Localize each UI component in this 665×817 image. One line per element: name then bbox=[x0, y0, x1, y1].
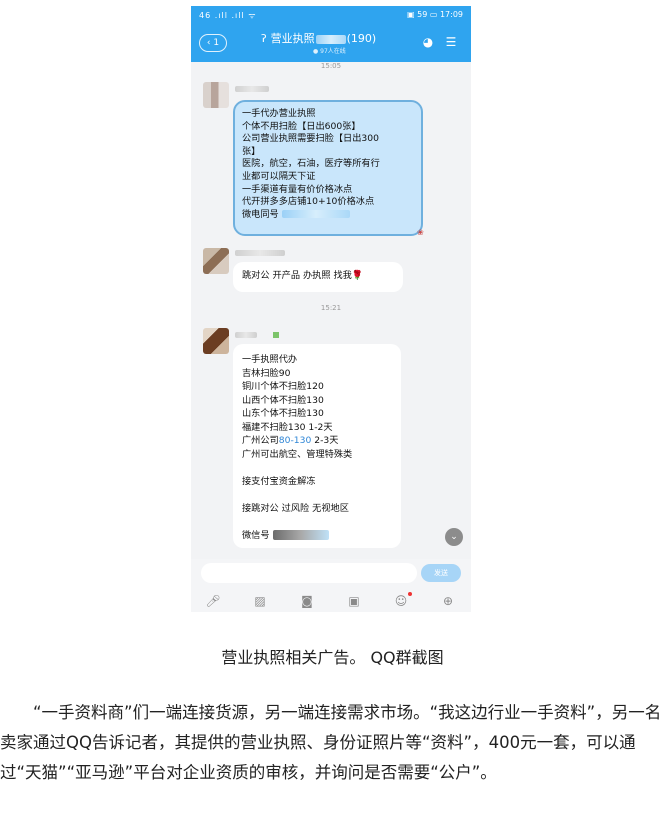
message-line: 山西个体不扫脸130 bbox=[242, 394, 324, 406]
camera-icon[interactable]: ◙ bbox=[299, 593, 315, 609]
message-line: 山东个体不扫脸130 bbox=[242, 408, 324, 419]
send-button[interactable]: 发送 bbox=[421, 564, 461, 582]
message-line: 广州可出航空、管理特殊类 bbox=[242, 448, 353, 460]
notification-dot bbox=[408, 592, 412, 596]
message-line: 广州公司80-130 2-3天 bbox=[242, 435, 339, 446]
message-line: 接支付宝资金解冻 bbox=[242, 475, 316, 487]
message-bubble[interactable]: 一手执照代办 吉林扫脸90 铜川个体不扫脸120 山西个体不扫脸130 山东个体… bbox=[233, 344, 401, 548]
sender-name-blurred bbox=[235, 86, 269, 92]
group-name: 营业执照 bbox=[270, 32, 315, 45]
message-line: 一手渠道有量有价价格冰点 bbox=[242, 183, 353, 195]
qq-chat-screenshot: 46 .ıll .ıll ᯤ ▣ 59 ▭ 17:09 ‹ 1 ʔ 营业执照 (19… bbox=[191, 6, 471, 612]
input-bar: 发送 🎤︎ ▨ ◙ ▣ ☺ ⊕ bbox=[191, 559, 471, 612]
microphone-icon[interactable]: 🎤︎ bbox=[205, 593, 221, 609]
blurred-group-name bbox=[315, 34, 346, 44]
message-bubble[interactable]: 一手代办营业执照 个体不用扫脸【日出600张】 公司营业执照需要扫脸【日出300… bbox=[233, 100, 423, 236]
message-line: 一手执照代办 bbox=[242, 354, 298, 365]
signal-indicators: 46 .ıll .ıll ᯤ bbox=[199, 11, 257, 20]
message-bubble[interactable]: 跳对公 开产品 办执照 找我🌹 bbox=[233, 262, 403, 292]
message-line: 代开拼多多店铺10+10价格冰点 bbox=[242, 196, 375, 208]
message-line: 吉林扫脸90 bbox=[242, 367, 291, 379]
plus-icon[interactable]: ⊕ bbox=[440, 593, 456, 609]
timestamp: 15:21 bbox=[320, 304, 342, 312]
price-link[interactable]: 80-130 bbox=[279, 435, 312, 446]
status-bar: 46 .ıll .ıll ᯤ ▣ 59 ▭ 17:09 bbox=[191, 6, 471, 24]
sender-name-blurred bbox=[235, 250, 285, 256]
scroll-down-button[interactable]: ⌄ bbox=[445, 528, 463, 546]
sender-name-blurred bbox=[235, 332, 257, 338]
member-count: (190) bbox=[346, 32, 377, 45]
message-line bbox=[242, 461, 401, 475]
message-line: 业都可以隔天下证 bbox=[242, 170, 316, 182]
message-line: 铜川个体不扫脸120 bbox=[242, 381, 324, 392]
message-line: 一手代办营业执照 bbox=[242, 108, 316, 119]
article-paragraph: “一手资料商”们一端连接货源，另一端连接需求市场。“我这边行业一手资料”，另一名… bbox=[0, 703, 662, 782]
message-line: 跳对公 开产品 办执照 找我🌹 bbox=[242, 270, 364, 281]
message-line: 微信号 bbox=[242, 529, 401, 543]
blurred-wechat-id bbox=[272, 530, 329, 540]
ear-icon: ʔ bbox=[261, 32, 267, 45]
chat-title: ʔ 营业执照 (190) bbox=[261, 30, 376, 46]
figure-caption: 营业执照相关广告。 QQ群截图 bbox=[221, 648, 444, 667]
message-line: 福建不扫脸130 1-2天 bbox=[242, 421, 333, 433]
image-icon[interactable]: ▨ bbox=[252, 593, 268, 609]
group-app-icon[interactable]: ◕ bbox=[420, 34, 436, 50]
message-line: 医院，航空，石油，医疗等所有行 bbox=[242, 158, 380, 170]
message-line bbox=[242, 488, 401, 502]
article-body: “一手资料商”们一端连接货源，另一端连接需求市场。“我这边行业一手资料”，另一名… bbox=[0, 698, 665, 788]
emoji-icon[interactable]: ☺ bbox=[393, 593, 409, 609]
message-input[interactable] bbox=[201, 563, 417, 583]
avatar[interactable] bbox=[203, 248, 229, 274]
level-badge-icon bbox=[273, 332, 279, 338]
battery-clock: ▣ 59 ▭ 17:09 bbox=[407, 10, 463, 19]
chevron-left-icon: ‹ bbox=[206, 38, 211, 48]
timestamp: 15:05 bbox=[320, 62, 342, 70]
online-count: ● 97人在线 bbox=[313, 48, 346, 55]
chat-header: ‹ 1 ʔ 营业执照 (190) ● 97人在线 ◕ ☰ bbox=[191, 24, 471, 62]
red-packet-icon[interactable]: ▣ bbox=[346, 593, 362, 609]
message-line: 公司营业执照需要扫脸【日出300 bbox=[242, 133, 379, 145]
unread-count: 1 bbox=[213, 38, 220, 48]
chevron-down-icon: ⌄ bbox=[450, 532, 458, 542]
message-line: 接跳对公 过风险 无视地区 bbox=[242, 502, 349, 514]
message-line: 个体不用扫脸【日出600张】 bbox=[242, 120, 361, 132]
avatar[interactable] bbox=[203, 328, 229, 354]
back-button[interactable]: ‹ 1 bbox=[199, 34, 227, 52]
avatar[interactable] bbox=[203, 82, 229, 108]
bubble-decoration-icon: ❀ bbox=[417, 228, 424, 237]
menu-icon[interactable]: ☰ bbox=[443, 34, 459, 50]
blurred-contact bbox=[281, 210, 350, 219]
message-line: 张】 bbox=[242, 145, 261, 157]
message-line bbox=[242, 515, 401, 529]
tool-row: 🎤︎ ▨ ◙ ▣ ☺ ⊕ bbox=[191, 592, 471, 609]
message-line: 微电同号 bbox=[242, 209, 421, 222]
